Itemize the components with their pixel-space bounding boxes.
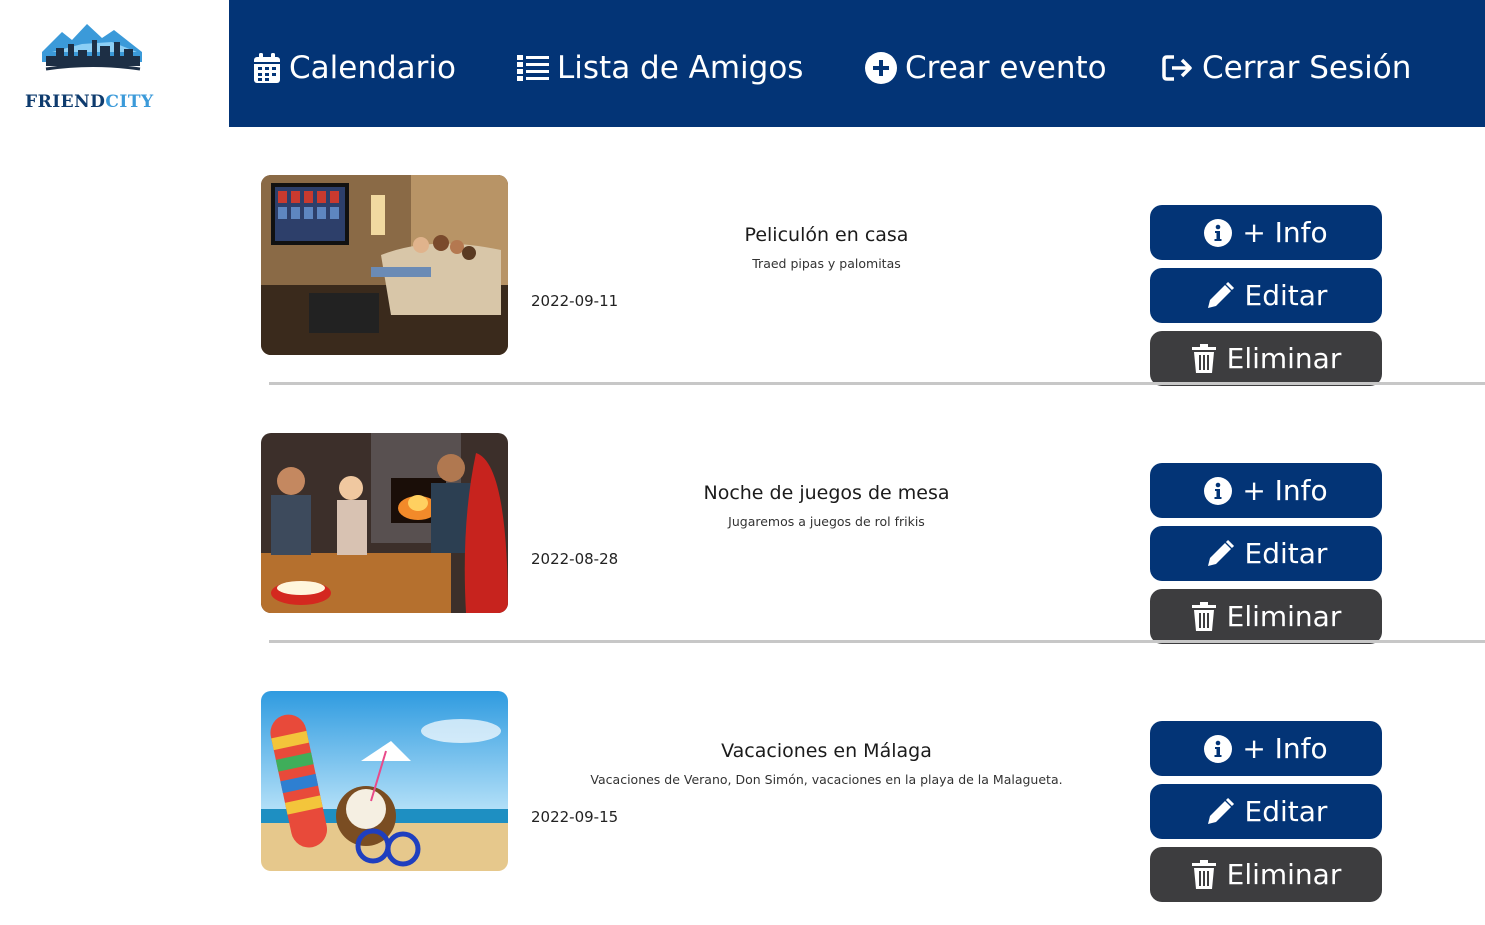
event-details: Vacaciones en Málaga Vacaciones de Veran… [559,740,1094,787]
event-actions: + Info Editar Eliminar [1150,463,1382,652]
nav-label: Crear evento [905,50,1107,86]
nav-label: Cerrar Sesión [1202,50,1412,86]
city-mountain-logo [42,24,142,71]
event-date: 2022-08-28 [531,550,619,568]
nav-label: Calendario [289,50,456,86]
delete-button[interactable]: Eliminar [1150,331,1382,386]
info-button[interactable]: + Info [1150,721,1382,776]
info-icon [1204,476,1233,505]
info-button[interactable]: + Info [1150,205,1382,260]
info-label: + Info [1242,216,1328,249]
edit-button[interactable]: Editar [1150,526,1382,581]
edit-label: Editar [1244,537,1328,570]
delete-button[interactable]: Eliminar [1150,847,1382,902]
info-icon [1204,734,1233,763]
info-icon [1204,218,1233,247]
nav-lista-de-amigos[interactable]: Lista de Amigos [517,50,803,86]
event-card: Peliculón en casa Traed pipas y palomita… [229,127,1485,386]
logo[interactable]: FRIENDCITY [0,0,229,127]
event-card: Noche de juegos de mesa Jugaremos a jueg… [229,385,1485,644]
edit-button[interactable]: Editar [1150,268,1382,323]
edit-button[interactable]: Editar [1150,784,1382,839]
nav-label: Lista de Amigos [557,50,804,86]
trash-icon [1191,343,1216,373]
delete-label: Eliminar [1226,858,1342,891]
event-details: Peliculón en casa Traed pipas y palomita… [559,224,1094,271]
event-actions: + Info Editar Eliminar [1150,205,1382,394]
delete-label: Eliminar [1226,342,1342,375]
event-title: Vacaciones en Málaga [721,740,932,762]
trash-icon [1191,601,1216,631]
event-title: Peliculón en casa [744,224,909,246]
beach-flipflops-photo [261,691,508,871]
edit-label: Editar [1244,795,1328,828]
plus-circle-icon [865,52,897,84]
info-label: + Info [1242,732,1328,765]
edit-label: Editar [1244,279,1328,312]
calendar-icon [254,53,280,83]
event-actions: + Info Editar Eliminar [1150,721,1382,910]
event-list: Peliculón en casa Traed pipas y palomita… [229,127,1485,902]
top-navbar: Calendario Lista de Amigos Crear evento … [229,0,1485,127]
pencil-icon [1207,281,1234,308]
event-date: 2022-09-15 [531,808,619,826]
delete-button[interactable]: Eliminar [1150,589,1382,644]
pencil-icon [1207,539,1234,566]
event-title: Noche de juegos de mesa [703,482,950,504]
event-details: Noche de juegos de mesa Jugaremos a jueg… [559,482,1094,529]
delete-label: Eliminar [1226,600,1342,633]
event-description: Traed pipas y palomitas [752,256,901,271]
nav-calendario[interactable]: Calendario [253,50,456,86]
brand-name: FRIENDCITY [25,92,154,112]
sign-out-icon [1162,55,1192,81]
info-button[interactable]: + Info [1150,463,1382,518]
event-card: Vacaciones en Málaga Vacaciones de Veran… [229,643,1485,902]
nav-cerrar-sesion[interactable]: Cerrar Sesión [1162,50,1411,86]
board-game-night-photo [261,433,508,613]
event-date: 2022-09-11 [531,292,619,310]
info-label: + Info [1242,474,1328,507]
trash-icon [1191,859,1216,889]
family-movie-night-photo [261,175,508,355]
event-description: Vacaciones de Verano, Don Simón, vacacio… [590,772,1063,787]
event-description: Jugaremos a juegos de rol frikis [728,514,925,529]
list-icon [517,55,549,81]
nav-crear-evento[interactable]: Crear evento [865,50,1107,86]
pencil-icon [1207,797,1234,824]
